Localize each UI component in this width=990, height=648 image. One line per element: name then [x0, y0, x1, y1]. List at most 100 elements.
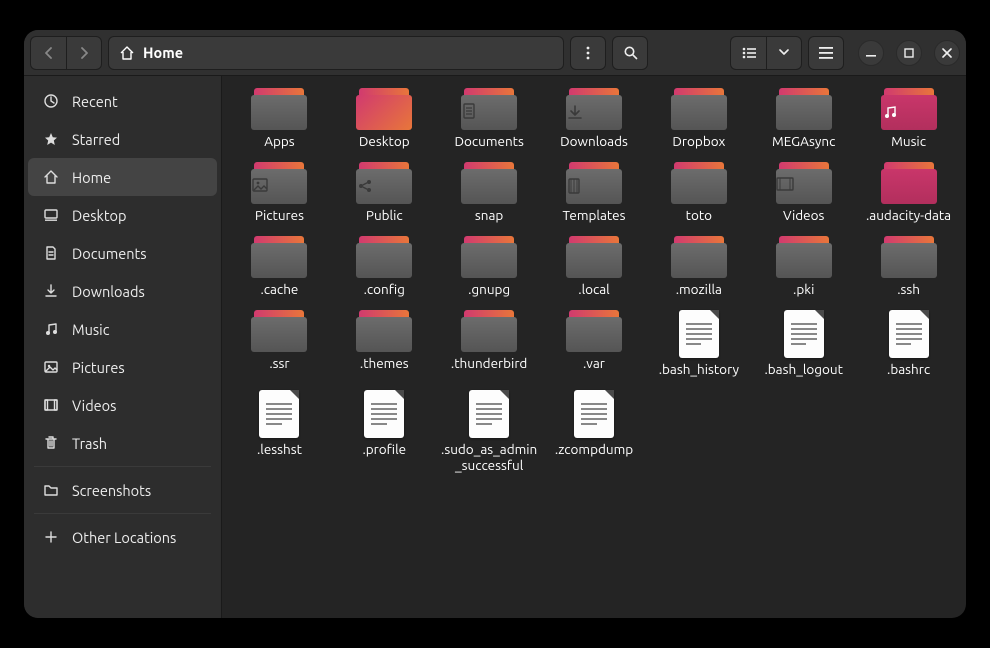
view-list-button[interactable]	[730, 36, 766, 70]
folder-icon	[251, 162, 307, 204]
sidebar-item-music[interactable]: Music	[28, 310, 217, 348]
folder-icon	[356, 162, 412, 204]
sidebar-item-label: Other Locations	[72, 529, 176, 546]
main-view[interactable]: AppsDesktop Documents Downloads Dropbox MEGA…	[222, 76, 966, 618]
sidebar-item-trash[interactable]: Trash	[28, 424, 217, 462]
sidebar-item-downloads[interactable]: Downloads	[28, 272, 217, 310]
folder-item[interactable]: Downloads	[543, 86, 646, 154]
path-bar[interactable]: Home	[108, 36, 564, 70]
sidebar-item-other-locations[interactable]: Other Locations	[28, 518, 217, 556]
downloads-icon	[42, 283, 60, 299]
folder-item[interactable]: .pki	[752, 234, 855, 302]
folder-icon	[671, 236, 727, 278]
folder-item[interactable]: Music	[857, 86, 960, 154]
folder-item[interactable]: .local	[543, 234, 646, 302]
view-dropdown-button[interactable]	[766, 36, 802, 70]
item-label: Documents	[454, 134, 523, 150]
file-item[interactable]: .zcompdump	[543, 388, 646, 477]
folder-icon	[42, 482, 60, 498]
file-item[interactable]: .bash_logout	[752, 308, 855, 382]
folder-icon	[566, 88, 622, 130]
folder-icon	[461, 88, 517, 130]
hamburger-menu-button[interactable]	[808, 36, 844, 70]
folder-item[interactable]: Templates	[543, 160, 646, 228]
folder-icon	[461, 236, 517, 278]
folder-item[interactable]: .ssr	[228, 308, 331, 382]
folder-item[interactable]: .cache	[228, 234, 331, 302]
folder-icon	[461, 310, 517, 352]
folder-item[interactable]: .gnupg	[438, 234, 541, 302]
search-button[interactable]	[612, 36, 648, 70]
file-icon	[679, 310, 719, 358]
file-item[interactable]: .profile	[333, 388, 436, 477]
folder-icon	[356, 310, 412, 352]
folder-item[interactable]: Public	[333, 160, 436, 228]
item-label: toto	[686, 208, 712, 224]
folder-item[interactable]: Videos	[752, 160, 855, 228]
sidebar-item-videos[interactable]: Videos	[28, 386, 217, 424]
item-label: .gnupg	[468, 282, 510, 298]
folder-item[interactable]: .ssh	[857, 234, 960, 302]
sidebar-item-label: Desktop	[72, 207, 126, 224]
sidebar-item-starred[interactable]: Starred	[28, 120, 217, 158]
icon-grid: AppsDesktop Documents Downloads Dropbox MEGA…	[228, 86, 960, 477]
item-label: Dropbox	[672, 134, 725, 150]
folder-icon	[671, 162, 727, 204]
maximize-icon	[904, 48, 914, 58]
file-manager-window: Home	[24, 30, 966, 618]
path-menu-button[interactable]	[570, 36, 606, 70]
folder-item[interactable]: .themes	[333, 308, 436, 382]
hamburger-icon	[819, 47, 833, 59]
folder-item[interactable]: Documents	[438, 86, 541, 154]
folder-icon	[776, 236, 832, 278]
item-label: .themes	[360, 356, 409, 372]
item-label: .mozilla	[676, 282, 722, 298]
item-label: .ssh	[897, 282, 920, 298]
folder-item[interactable]: MEGAsync	[752, 86, 855, 154]
folder-item[interactable]: Dropbox	[647, 86, 750, 154]
file-item[interactable]: .bash_history	[647, 308, 750, 382]
close-button[interactable]	[934, 40, 960, 66]
folder-icon	[356, 236, 412, 278]
folder-item[interactable]: Pictures	[228, 160, 331, 228]
sidebar-item-home[interactable]: Home	[28, 158, 217, 196]
folder-item[interactable]: Apps	[228, 86, 331, 154]
file-item[interactable]: .lesshst	[228, 388, 331, 477]
folder-item[interactable]: .thunderbird	[438, 308, 541, 382]
item-label: Templates	[563, 208, 626, 224]
sidebar-item-label: Music	[72, 321, 109, 338]
forward-button[interactable]	[66, 36, 102, 70]
sidebar-item-label: Downloads	[72, 283, 145, 300]
item-label: .var	[583, 356, 605, 372]
folder-item[interactable]: .mozilla	[647, 234, 750, 302]
maximize-button[interactable]	[896, 40, 922, 66]
window-controls	[858, 40, 960, 66]
folder-icon	[251, 236, 307, 278]
sidebar-item-documents[interactable]: Documents	[28, 234, 217, 272]
folder-item[interactable]: snap	[438, 160, 541, 228]
item-label: .thunderbird	[451, 356, 527, 372]
star-icon	[42, 131, 60, 147]
minimize-button[interactable]	[858, 40, 884, 66]
item-label: Downloads	[560, 134, 628, 150]
folder-item[interactable]: .audacity-data	[857, 160, 960, 228]
chevron-right-icon	[79, 47, 89, 59]
sidebar-item-label: Pictures	[72, 359, 125, 376]
sidebar-item-screenshots[interactable]: Screenshots	[28, 471, 217, 509]
sidebar-item-label: Recent	[72, 93, 118, 110]
file-icon	[889, 310, 929, 358]
folder-item[interactable]: Desktop	[333, 86, 436, 154]
sidebar-item-pictures[interactable]: Pictures	[28, 348, 217, 386]
sidebar-item-label: Screenshots	[72, 482, 151, 499]
folder-item[interactable]: .var	[543, 308, 646, 382]
folder-icon	[356, 88, 412, 130]
file-item[interactable]: .bashrc	[857, 308, 960, 382]
folder-item[interactable]: toto	[647, 160, 750, 228]
sidebar-item-recent[interactable]: Recent	[28, 82, 217, 120]
folder-item[interactable]: .config	[333, 234, 436, 302]
sidebar-item-label: Starred	[72, 131, 120, 148]
sidebar-item-desktop[interactable]: Desktop	[28, 196, 217, 234]
sidebar-item-label: Documents	[72, 245, 147, 262]
back-button[interactable]	[30, 36, 66, 70]
file-item[interactable]: .sudo_as_admin_successful	[438, 388, 541, 477]
